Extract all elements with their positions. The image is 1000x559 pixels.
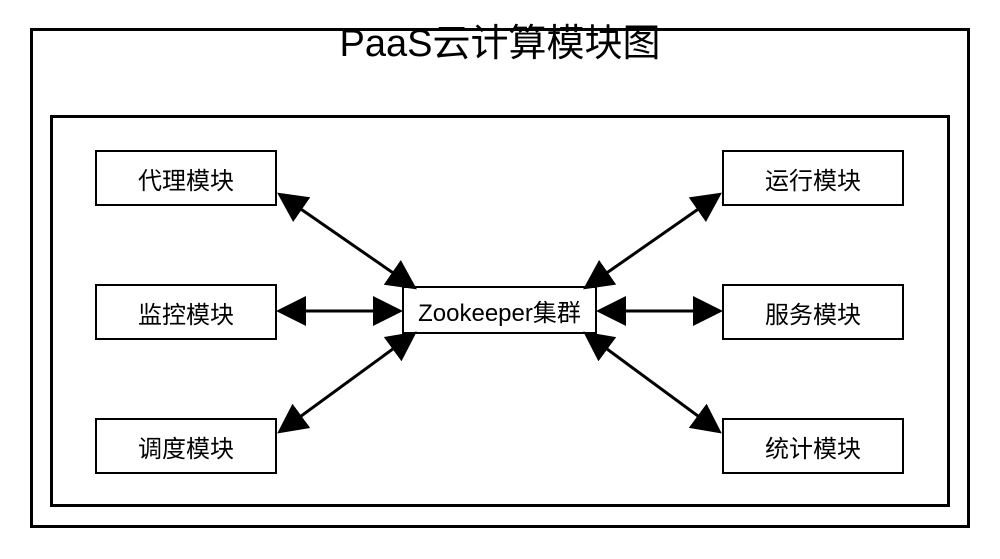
module-label: 监控模块 [138, 295, 234, 330]
module-label: 代理模块 [138, 161, 234, 196]
module-mid-right: 服务模块 [722, 284, 904, 340]
module-bot-right: 统计模块 [722, 418, 904, 474]
diagram-title: PaaS云计算模块图 [340, 12, 661, 67]
module-top-left: 代理模块 [95, 150, 277, 206]
center-node: Zookeeper集群 [402, 286, 597, 334]
module-top-right: 运行模块 [722, 150, 904, 206]
module-label: 运行模块 [765, 161, 861, 196]
module-label: 调度模块 [138, 429, 234, 464]
module-label: 服务模块 [765, 295, 861, 330]
module-label: 统计模块 [765, 429, 861, 464]
center-node-label: Zookeeper集群 [418, 293, 581, 328]
module-mid-left: 监控模块 [95, 284, 277, 340]
module-bot-left: 调度模块 [95, 418, 277, 474]
